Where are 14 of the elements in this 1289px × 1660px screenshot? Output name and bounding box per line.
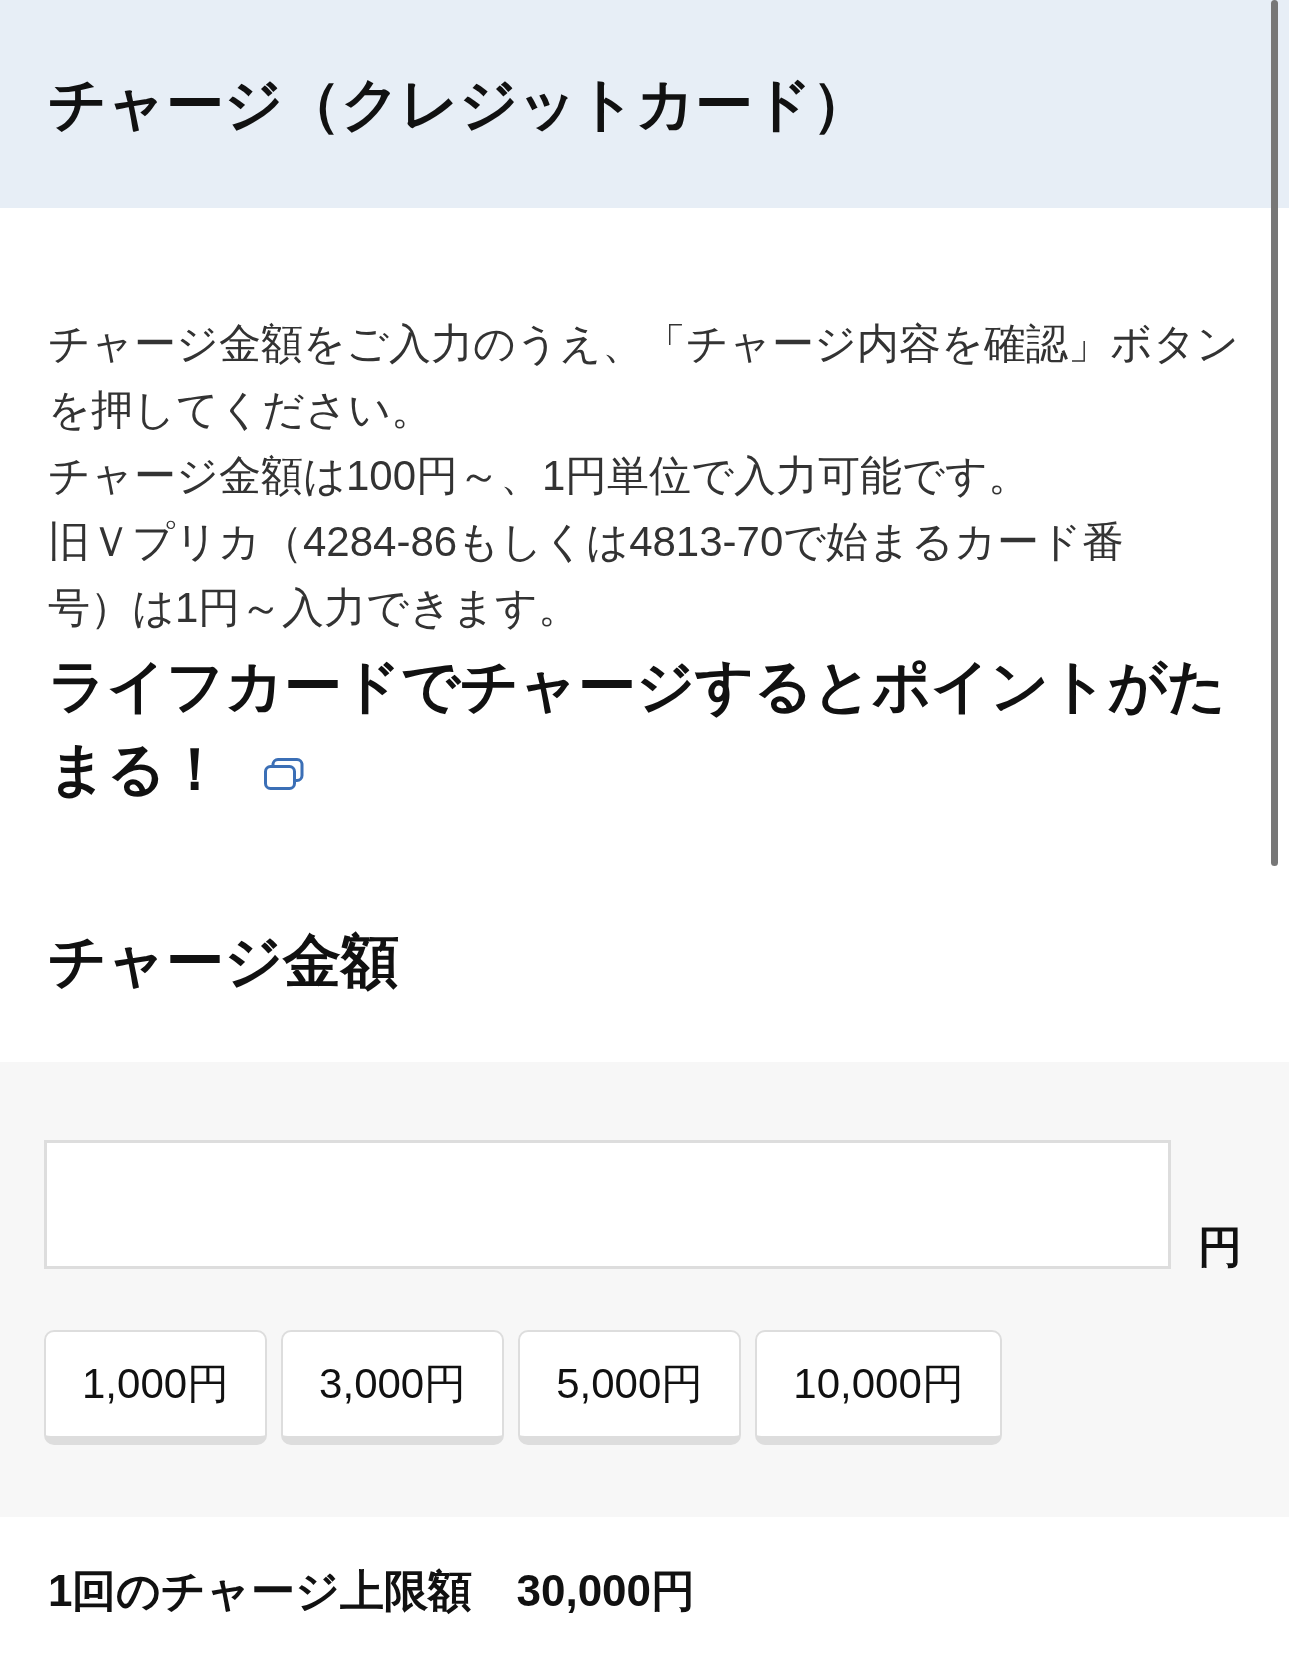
preset-amount-button[interactable]: 1,000円 xyxy=(44,1330,268,1445)
preset-amount-button[interactable]: 3,000円 xyxy=(281,1330,505,1445)
new-window-icon xyxy=(264,757,304,790)
section-title: チャージ金額 xyxy=(48,927,399,995)
amount-input[interactable] xyxy=(44,1140,1171,1269)
preset-amount-button[interactable]: 10,000円 xyxy=(755,1330,1002,1445)
page-title: チャージ（クレジットカード） xyxy=(48,75,870,133)
limit-label: 1回のチャージ上限額 xyxy=(48,1569,473,1613)
preset-amount-button[interactable]: 5,000円 xyxy=(518,1330,742,1445)
promo-link[interactable]: ライフカードでチャージするとポイントがた まる！ xyxy=(48,644,1226,810)
yen-unit-label: 円 xyxy=(1198,1225,1242,1269)
scrollbar-thumb[interactable] xyxy=(1271,0,1278,866)
instructions-text: チャージ金額をご入力のうえ、「チャージ内容を確認」ボタン を押してください。 チャージ金額は100円～、1円単位で入力可能です。 旧Ｖプリカ（4284-86もしくは4813-70で始まるカード番 号）は1円～入力できます。 xyxy=(48,319,1239,633)
limit-value: 30,000円 xyxy=(516,1569,696,1613)
